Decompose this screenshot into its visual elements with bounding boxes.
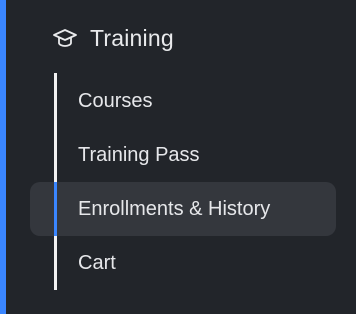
graduation-cap-icon — [52, 25, 78, 51]
nav-item-courses[interactable]: Courses — [30, 74, 336, 128]
nav-item-enrollments-history[interactable]: Enrollments & History — [30, 182, 336, 236]
nav-item-label: Training Pass — [78, 143, 200, 166]
nav-item-label: Cart — [78, 251, 116, 274]
section-title: Training — [90, 24, 174, 51]
nav-item-cart[interactable]: Cart — [30, 236, 336, 290]
nav-item-label: Courses — [78, 89, 153, 112]
section-header-training[interactable]: Training — [52, 20, 174, 56]
sidebar-accent-bar — [0, 0, 6, 314]
nav-item-training-pass[interactable]: Training Pass — [30, 128, 336, 182]
nav-item-label: Enrollments & History — [78, 197, 271, 220]
sidebar-panel: Training Courses Training Pass Enrollmen… — [0, 0, 356, 314]
